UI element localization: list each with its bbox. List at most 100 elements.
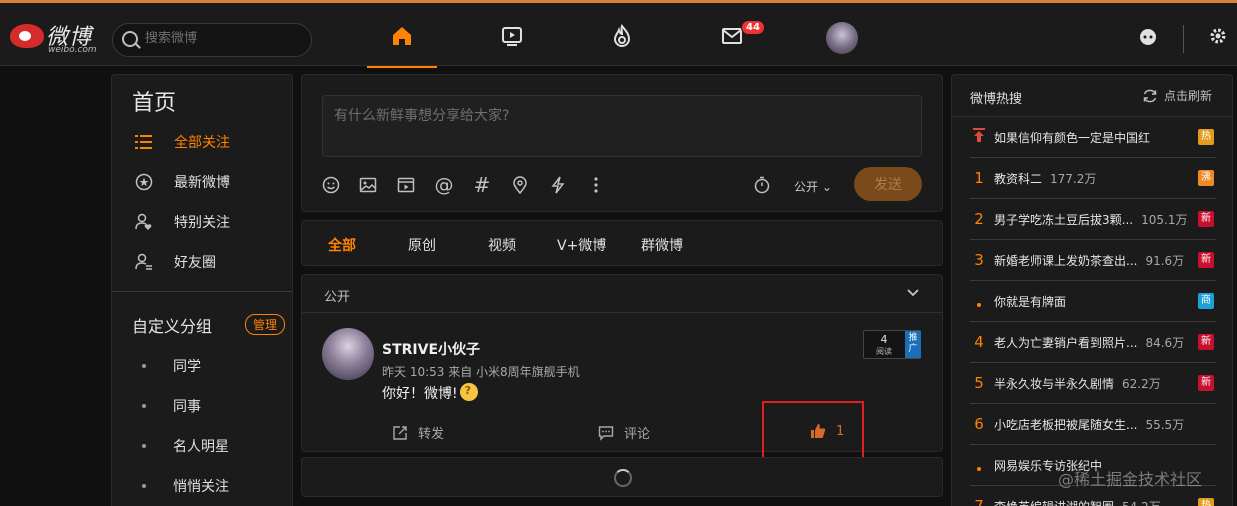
hot-search-panel: 微博热搜 点击刷新 如果信仰有颜色一定是中国红热 1 教资科二 177.2万沸 2 男子学… — [951, 74, 1233, 506]
nav-home-icon[interactable] — [387, 21, 417, 51]
hot-search-item[interactable]: 1 教资科二 177.2万 沸 — [970, 158, 1216, 199]
left-item-label: 全部关注 — [174, 135, 230, 151]
hot-rank: 2 — [974, 210, 984, 228]
comment-button[interactable]: 评论 — [598, 423, 650, 442]
mail-badge: 44 — [741, 20, 765, 35]
tab-group[interactable]: 群微博 — [641, 235, 683, 255]
left-item-friends[interactable]: 好友圈 — [134, 250, 284, 274]
hot-search-item[interactable]: 如果信仰有颜色一定是中国红 热 — [970, 117, 1216, 158]
hot-search-item[interactable]: 6 小吃店老板把被尾随女生... 55.5万 — [970, 404, 1216, 445]
hot-tag-badge: 沸 — [1198, 170, 1214, 186]
hot-rank: 1 — [974, 169, 984, 187]
image-icon[interactable] — [358, 175, 378, 195]
post-meta: 昨天 10:53 来自 小米8周年旗舰手机 — [382, 365, 580, 379]
timer-icon[interactable] — [752, 175, 772, 195]
group-item[interactable]: 同事 — [142, 396, 201, 416]
hot-search-count: 84.6万 — [1145, 336, 1185, 350]
hot-tag-badge: 新 — [1198, 334, 1214, 350]
emoji-icon[interactable] — [321, 175, 341, 195]
comment-label: 评论 — [624, 427, 651, 442]
more-icon[interactable] — [586, 175, 606, 195]
group-item[interactable]: 悄悄关注 — [142, 476, 229, 496]
read-count: 4 — [880, 333, 888, 346]
hot-search-item[interactable]: 你就是有牌面 商 — [970, 281, 1216, 322]
hot-rank: 5 — [974, 374, 984, 392]
weibo-logo-icon — [10, 24, 44, 48]
author-name[interactable]: STRIVE小伙子 — [382, 339, 480, 359]
user-heart-icon — [134, 212, 154, 232]
refresh-button[interactable]: 点击刷新 — [1142, 87, 1212, 104]
hot-search-text: 你就是有牌面 — [994, 293, 1066, 310]
post-composer: @ # 公开 ⌄ 发送 — [301, 74, 943, 212]
comment-icon — [598, 425, 614, 441]
hot-search-count: 177.2万 — [1050, 172, 1097, 186]
lightning-icon[interactable] — [548, 175, 568, 195]
location-icon[interactable] — [510, 175, 530, 195]
refresh-label: 点击刷新 — [1164, 89, 1213, 103]
compose-textarea[interactable] — [322, 95, 922, 157]
custom-groups-title: 自定义分组 — [132, 317, 213, 336]
loading-card — [301, 457, 943, 497]
group-item-label: 悄悄关注 — [173, 479, 229, 495]
user-friends-icon — [134, 252, 154, 272]
left-item-all-follows[interactable]: 全部关注 — [134, 130, 284, 154]
search-box[interactable] — [112, 23, 312, 57]
author-avatar[interactable] — [322, 328, 374, 380]
visibility-select[interactable]: 公开 ⌄ — [794, 178, 832, 195]
manage-groups-button[interactable]: 管理 — [245, 314, 286, 335]
tab-vplus[interactable]: V+微博 — [557, 235, 606, 255]
user-avatar[interactable] — [826, 22, 858, 54]
hot-search-text: 新婚老师课上发奶茶查出... 91.6万 — [994, 252, 1184, 269]
nav-video-icon[interactable] — [497, 21, 527, 51]
left-divider — [112, 291, 292, 292]
hot-search-title: 微博热搜 — [970, 92, 1023, 107]
group-item[interactable]: 名人明星 — [142, 436, 229, 456]
hot-search-text: 如果信仰有颜色一定是中国红 — [994, 129, 1150, 146]
promote-button[interactable]: 推广 — [905, 331, 921, 358]
search-icon — [122, 31, 138, 47]
hashtag-icon[interactable]: # — [472, 173, 492, 197]
hot-search-text: 教资科二 177.2万 — [994, 170, 1096, 187]
left-item-latest[interactable]: 最新微博 — [134, 170, 284, 194]
weibo-logo[interactable]: 微博 weibo.com — [10, 15, 102, 57]
hot-search-title-text: 你就是有牌面 — [994, 295, 1067, 309]
thinking-emoji-icon — [459, 383, 478, 401]
game-icon[interactable] — [1133, 21, 1163, 51]
left-item-label: 最新微博 — [174, 175, 230, 191]
post-text-content: 你好！微博! — [382, 386, 458, 402]
tab-all[interactable]: 全部 — [328, 235, 356, 255]
hot-search-text: 老人为亡妻销户看到照片... 84.6万 — [994, 334, 1184, 351]
hot-tag-badge: 商 — [1198, 293, 1214, 309]
hot-search-title-text: 半永久妆与半永久剧情 — [994, 377, 1115, 391]
group-item-label: 同事 — [173, 399, 201, 415]
tab-original[interactable]: 原创 — [408, 235, 436, 255]
hot-search-item[interactable]: 5 半永久妆与半永久剧情 62.2万 新 — [970, 363, 1216, 404]
left-item-label: 特别关注 — [174, 215, 230, 231]
group-item[interactable]: 同学 — [142, 356, 201, 376]
hot-search-count: 62.2万 — [1122, 377, 1161, 391]
search-input[interactable] — [145, 31, 305, 46]
repost-button[interactable]: 转发 — [392, 423, 444, 442]
logo-subtext: weibo.com — [48, 45, 97, 55]
tab-video[interactable]: 视频 — [488, 235, 516, 255]
refresh-icon — [1142, 88, 1158, 104]
hot-search-item[interactable]: 2 男子学吃冻土豆后拔3颗... 105.1万新 — [970, 199, 1216, 240]
hot-search-title-text: 小吃店老板把被尾随女生... — [994, 418, 1138, 432]
left-item-special[interactable]: 特别关注 — [134, 210, 284, 234]
hot-tag-badge: 热 — [1198, 498, 1214, 506]
at-icon[interactable]: @ — [434, 174, 454, 196]
hot-search-title-text: 如果信仰有颜色一定是中国红 — [994, 131, 1151, 145]
gear-icon[interactable] — [1203, 21, 1233, 51]
chevron-down-icon[interactable] — [906, 285, 920, 299]
hot-search-item[interactable]: 3 新婚老师课上发奶茶查出... 91.6万新 — [970, 240, 1216, 281]
promote-label: 推广 — [908, 333, 918, 354]
nav-hot-icon[interactable] — [607, 21, 637, 51]
hot-search-item[interactable]: 4 老人为亡妻销户看到照片... 84.6万新 — [970, 322, 1216, 363]
hot-search-count: 105.1万 — [1141, 213, 1188, 227]
nav-active-indicator — [367, 66, 437, 68]
repost-icon — [392, 425, 408, 441]
hot-search-title-text: 男子学吃冻土豆后拔3颗... — [994, 213, 1134, 227]
send-button[interactable]: 发送 — [854, 167, 922, 201]
read-label: 阅读 — [876, 347, 892, 356]
video-icon[interactable] — [396, 175, 416, 195]
